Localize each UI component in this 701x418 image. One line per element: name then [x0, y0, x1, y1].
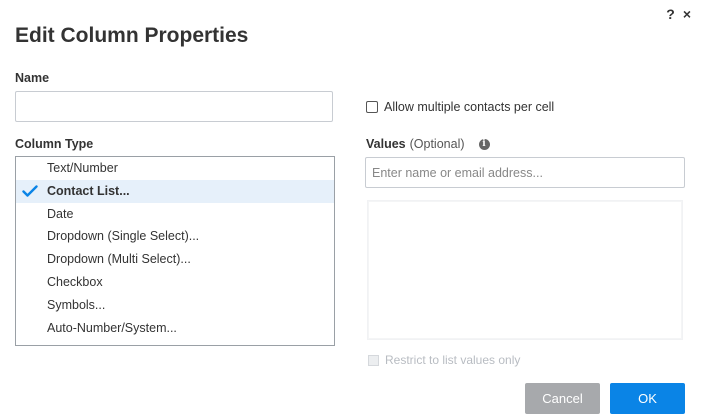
cancel-button[interactable]: Cancel [525, 383, 600, 414]
column-type-label: Column Type [15, 137, 94, 151]
column-type-item-date[interactable]: Date [16, 203, 334, 226]
column-type-item-text-number[interactable]: Text/Number [16, 157, 334, 180]
restrict-label: Restrict to list values only [385, 353, 521, 367]
info-icon[interactable]: i [478, 138, 490, 150]
list-item-label: Text/Number [47, 161, 118, 175]
name-input[interactable] [15, 91, 333, 122]
values-input[interactable] [365, 157, 685, 188]
list-item-label: Contact List... [47, 183, 130, 198]
column-type-item-contact-list[interactable]: Contact List... [16, 179, 334, 203]
restrict-row: Restrict to list values only [368, 353, 520, 367]
values-optional-label: (Optional) [409, 137, 465, 151]
values-list-area[interactable] [367, 200, 683, 340]
list-item-label: Symbols... [47, 297, 106, 312]
column-type-item-dropdown-single[interactable]: Dropdown (Single Select)... [16, 225, 334, 248]
checkmark-icon [21, 180, 39, 203]
list-item-label: Date [47, 206, 74, 221]
window-controls: ? × [666, 6, 691, 22]
ok-button[interactable]: OK [610, 383, 685, 414]
dialog-title: Edit Column Properties [15, 24, 249, 47]
allow-multiple-checkbox[interactable] [366, 101, 378, 113]
allow-multiple-label: Allow multiple contacts per cell [384, 100, 555, 114]
values-label: Values [366, 137, 406, 151]
column-type-item-dropdown-multi[interactable]: Dropdown (Multi Select)... [16, 248, 334, 271]
column-type-list[interactable]: Text/Number Contact List... Date Dropdow… [15, 156, 335, 346]
column-type-item-symbols[interactable]: Symbols... [16, 294, 334, 317]
name-label: Name [15, 71, 50, 85]
close-icon[interactable]: × [683, 6, 691, 22]
list-item-label: Auto-Number/System... [47, 320, 177, 335]
list-item-label: Checkbox [47, 274, 103, 289]
column-type-item-checkbox[interactable]: Checkbox [16, 271, 334, 294]
restrict-checkbox [368, 354, 379, 366]
help-icon[interactable]: ? [666, 6, 675, 22]
list-item-label: Dropdown (Single Select)... [47, 229, 200, 244]
values-label-row: Values (Optional) i [366, 137, 490, 151]
allow-multiple-row[interactable]: Allow multiple contacts per cell [366, 100, 554, 114]
list-item-label: Dropdown (Multi Select)... [47, 252, 191, 267]
column-type-item-auto-number[interactable]: Auto-Number/System... [16, 317, 334, 340]
